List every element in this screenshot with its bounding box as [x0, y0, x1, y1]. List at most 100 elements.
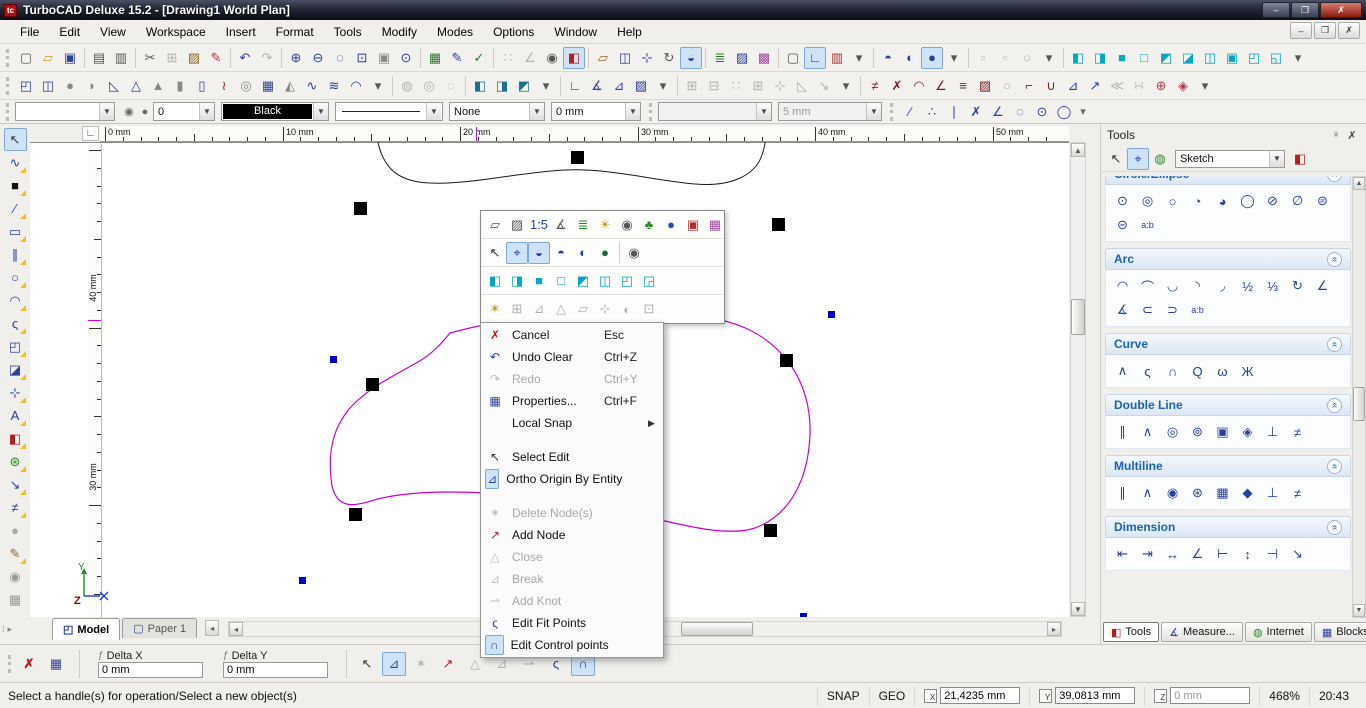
camera-snapshot-icon[interactable]: ◉	[616, 214, 638, 236]
pattern-width-select[interactable]: 0 mm▼	[551, 102, 641, 121]
scroll-down-icon[interactable]: ▼	[1353, 604, 1365, 617]
grid-snap-icon[interactable]: ∷	[497, 47, 519, 69]
insp-ortho-origin-icon[interactable]: ⊿	[382, 652, 406, 676]
workplane-rotate-icon[interactable]: ∡	[586, 75, 608, 97]
shear-icon[interactable]: ≪	[1106, 75, 1128, 97]
insp-add-node-icon[interactable]: ↗	[436, 652, 460, 676]
materials-icon[interactable]: ▥	[826, 47, 848, 69]
paste-icon[interactable]: ▨	[183, 47, 205, 69]
pen-icon[interactable]: ✎	[446, 47, 468, 69]
copy-entities-icon[interactable]: ⊞	[681, 75, 703, 97]
format-painter-icon[interactable]: ✎	[205, 47, 227, 69]
new-view-icon[interactable]: ▢	[782, 47, 804, 69]
workplane-fit-icon[interactable]: ⊡	[638, 298, 660, 320]
ml-polyline-icon[interactable]: ∧	[1135, 481, 1160, 505]
insert-drawing-icon[interactable]: ▱	[592, 47, 614, 69]
insert-picture-icon[interactable]: ▦	[424, 47, 446, 69]
fillet-icon[interactable]: ◠	[908, 75, 930, 97]
ml-polygon-icon[interactable]: ⊛	[1185, 481, 1210, 505]
dl-rectangle-icon[interactable]: ▣	[1210, 420, 1235, 444]
collapse-icon[interactable]: «	[1327, 252, 1342, 267]
sphere-gray-tool[interactable]: ●	[4, 519, 27, 542]
ml-perpendicular-icon[interactable]: ⊥	[1260, 481, 1285, 505]
node-handle[interactable]	[349, 508, 362, 521]
environment-icon[interactable]: ♣	[638, 214, 660, 236]
overflow-chevron[interactable]: ▾	[535, 75, 557, 97]
ml-rotated-rect-icon[interactable]: ◆	[1235, 481, 1260, 505]
height-select[interactable]: 5 mm▼	[778, 102, 882, 121]
cube-view-ne-icon[interactable]: ◧	[484, 270, 506, 292]
menu-file[interactable]: File	[10, 22, 49, 42]
tab-tools[interactable]: ◧Tools	[1103, 622, 1159, 642]
circle-3-point-icon[interactable]: ◔	[1185, 189, 1210, 213]
section-header[interactable]: Circle/Ellipse«	[1105, 176, 1351, 185]
app-icon[interactable]: tc	[4, 4, 17, 17]
line-style-select[interactable]: ▼	[335, 102, 443, 121]
view-sw-icon[interactable]: ◱	[1265, 47, 1287, 69]
pattern-icon[interactable]: ◈	[1172, 75, 1194, 97]
angle-render-icon[interactable]: ∡	[550, 214, 572, 236]
polyline-tool[interactable]: ∿	[4, 151, 27, 174]
palette-colors-icon[interactable]: ▦	[704, 214, 726, 236]
wireframe-cup-icon[interactable]: ◒	[528, 242, 550, 264]
workplane-new-icon[interactable]: ✶	[484, 298, 506, 320]
control-point[interactable]	[299, 577, 306, 584]
chevron-down-icon[interactable]: ▼	[756, 103, 771, 120]
workplane-hatch-icon[interactable]: ▨	[630, 75, 652, 97]
spline-fit-icon[interactable]: ∩	[1160, 359, 1185, 383]
vector-copy-icon[interactable]: ↘	[813, 75, 835, 97]
collapse-icon[interactable]: «	[1327, 459, 1342, 474]
scrollbar-thumb[interactable]	[681, 622, 753, 636]
control-point[interactable]	[828, 311, 835, 318]
menu-modes[interactable]: Modes	[427, 22, 483, 42]
line-edit-icon[interactable]: ⌐	[1018, 75, 1040, 97]
pen-color-select[interactable]: Black▼	[221, 102, 329, 121]
arc-elliptical-icon[interactable]: ⊂	[1135, 298, 1160, 322]
snap-tangent-icon[interactable]: ◯	[1053, 101, 1075, 123]
meet-2-lines-icon[interactable]: ✗	[886, 75, 908, 97]
pin-icon[interactable]: ♀	[1328, 127, 1344, 143]
print-preview-icon[interactable]: ▥	[110, 47, 132, 69]
workplane-entity-icon[interactable]: ⊞	[506, 298, 528, 320]
extra-select[interactable]: ▼	[658, 102, 772, 121]
view-iso-2-icon[interactable]: ◨	[1089, 47, 1111, 69]
hemisphere-icon[interactable]: ◗	[81, 75, 103, 97]
chevron-down-icon[interactable]: ▼	[866, 103, 881, 120]
dl-polyline-icon[interactable]: ∧	[1135, 420, 1160, 444]
workplane-flip-icon[interactable]: ◐	[616, 298, 638, 320]
arc-edit-icon[interactable]: ∪	[1040, 75, 1062, 97]
pen-width-select[interactable]: 0▼	[153, 102, 215, 121]
mdi-restore-button[interactable]: ❐	[1314, 22, 1336, 39]
canvas-vertical-scrollbar[interactable]: ▲ ▼	[1070, 142, 1086, 617]
ctx-select-edit[interactable]: ↖ Select Edit	[482, 446, 662, 468]
rotated-ellipse-icon[interactable]: ⊝	[1110, 213, 1135, 237]
circle-center-point-icon[interactable]: ⊙	[1110, 189, 1135, 213]
dim-radius-icon[interactable]: ⊢	[1210, 542, 1235, 566]
orbit-camera-icon[interactable]: ↻	[658, 47, 680, 69]
overflow-chevron[interactable]: ▾	[1287, 47, 1309, 69]
workplane-move-icon[interactable]: ⊹	[594, 298, 616, 320]
node-handle[interactable]	[780, 354, 793, 367]
mdi-close-button[interactable]: ✗	[1338, 22, 1360, 39]
collapse-icon[interactable]: «	[1327, 398, 1342, 413]
dim-horizontal-icon[interactable]: ⇤	[1110, 542, 1135, 566]
menu-help[interactable]: Help	[607, 22, 652, 42]
dl-parallel-icon[interactable]: ≠	[1285, 420, 1310, 444]
ctx-cancel[interactable]: ✗ Cancel Esc	[482, 324, 662, 346]
extrude-icon[interactable]: ≀	[213, 75, 235, 97]
camera-tool[interactable]: ◉	[4, 565, 27, 588]
workplane-3pt-icon[interactable]: △	[550, 298, 572, 320]
shaded-mode-icon[interactable]: ◐	[899, 47, 921, 69]
angle-snap-icon[interactable]: ∠	[519, 47, 541, 69]
overflow-chevron[interactable]: ▾	[367, 75, 389, 97]
cube-view-bottom-icon[interactable]: ◲	[638, 270, 660, 292]
section-header[interactable]: Arc«	[1105, 248, 1351, 270]
visibility-eye-icon[interactable]: ◉	[121, 103, 137, 121]
zoom-window-icon[interactable]: ⊡	[351, 47, 373, 69]
dim-parallel-icon[interactable]: ↔	[1160, 542, 1185, 566]
ctx-edit-fit-points[interactable]: ς Edit Fit Points	[482, 612, 662, 634]
scroll-left-icon[interactable]: ◂	[229, 622, 243, 636]
delta-x-field[interactable]	[98, 662, 203, 678]
camera-view-icon[interactable]: ◉	[623, 242, 645, 264]
explode-icon[interactable]: ○	[1016, 47, 1038, 69]
